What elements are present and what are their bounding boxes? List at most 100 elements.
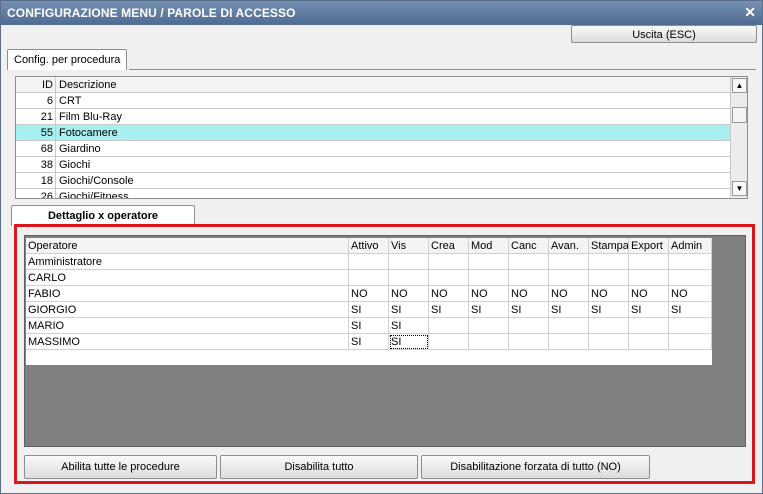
cell-mod[interactable]: SI xyxy=(469,302,509,318)
column-header-description[interactable]: Descrizione xyxy=(56,77,731,93)
tab-procedure-config[interactable]: Config. per procedura xyxy=(7,49,128,70)
cell-export[interactable] xyxy=(629,318,669,334)
cell-export[interactable] xyxy=(629,254,669,270)
cell-crea[interactable]: SI xyxy=(429,302,469,318)
cell-operator[interactable]: FABIO xyxy=(26,286,349,302)
column-header-operator[interactable]: Operatore xyxy=(26,238,349,254)
cell-vis[interactable]: SI xyxy=(389,334,429,350)
cell-operator[interactable]: Amministratore xyxy=(26,254,349,270)
tab-operator-detail[interactable]: Dettaglio x operatore xyxy=(11,205,195,226)
column-header-avan[interactable]: Avan. xyxy=(549,238,589,254)
enable-all-procedures-button[interactable]: Abilita tutte le procedure xyxy=(24,455,217,479)
cell-export[interactable] xyxy=(629,270,669,286)
cell-operator[interactable]: MARIO xyxy=(26,318,349,334)
cell-vis[interactable]: SI xyxy=(389,318,429,334)
cell-mod[interactable]: NO xyxy=(469,286,509,302)
cell-attivo[interactable] xyxy=(349,270,389,286)
arrow-up-icon[interactable]: ▲ xyxy=(732,78,747,93)
cell-admin[interactable]: SI xyxy=(669,302,712,318)
procedure-description: Giochi/Console xyxy=(59,175,134,187)
cell-operator[interactable]: CARLO xyxy=(26,270,349,286)
cell-admin[interactable] xyxy=(669,334,712,350)
column-header-canc[interactable]: Canc xyxy=(509,238,549,254)
cell-stampa[interactable] xyxy=(589,334,629,350)
column-header-export[interactable]: Export xyxy=(629,238,669,254)
cell-stampa[interactable]: SI xyxy=(589,302,629,318)
cell-crea[interactable] xyxy=(429,334,469,350)
procedure-row[interactable]: 6 CRT xyxy=(16,93,731,109)
cell-canc[interactable] xyxy=(509,270,549,286)
cell-attivo[interactable] xyxy=(349,254,389,270)
cell-stampa[interactable]: NO xyxy=(589,286,629,302)
cell-avan[interactable]: NO xyxy=(549,286,589,302)
cell-mod[interactable] xyxy=(469,254,509,270)
exit-button[interactable]: Uscita (ESC) xyxy=(571,25,757,43)
cell-avan[interactable] xyxy=(549,254,589,270)
scroll-thumb[interactable] xyxy=(732,107,747,123)
cell-export[interactable]: SI xyxy=(629,302,669,318)
cell-avan[interactable] xyxy=(549,318,589,334)
cell-operator[interactable]: GIORGIO xyxy=(26,302,349,318)
cell-crea[interactable] xyxy=(429,254,469,270)
cell-canc[interactable]: SI xyxy=(509,302,549,318)
cell-vis[interactable]: SI xyxy=(389,302,429,318)
title-bar: CONFIGURAZIONE MENU / PAROLE DI ACCESSO … xyxy=(1,1,762,25)
cell-avan[interactable]: SI xyxy=(549,302,589,318)
procedure-id: 68 xyxy=(16,141,56,157)
cell-attivo[interactable]: SI xyxy=(349,318,389,334)
cell-attivo[interactable]: SI xyxy=(349,302,389,318)
procedure-row[interactable]: 21 Film Blu-Ray xyxy=(16,109,731,125)
procedure-row[interactable]: 55 Fotocamere xyxy=(16,125,731,141)
cell-admin[interactable] xyxy=(669,318,712,334)
cell-stampa[interactable] xyxy=(589,254,629,270)
procedure-row[interactable]: 18 Giochi/Console xyxy=(16,173,731,189)
cell-admin[interactable] xyxy=(669,270,712,286)
column-header-attivo[interactable]: Attivo xyxy=(349,238,389,254)
procedure-row[interactable]: 26 Giochi/Fitness xyxy=(16,189,731,198)
cell-mod[interactable] xyxy=(469,270,509,286)
column-header-stampa[interactable]: Stampa xyxy=(589,238,629,254)
cell-stampa[interactable] xyxy=(589,318,629,334)
cell-vis[interactable]: NO xyxy=(389,286,429,302)
column-header-vis[interactable]: Vis xyxy=(389,238,429,254)
cell-operator[interactable]: MASSIMO xyxy=(26,334,349,350)
cell-attivo[interactable]: SI xyxy=(349,334,389,350)
column-header-admin[interactable]: Admin xyxy=(669,238,712,254)
cell-canc[interactable] xyxy=(509,318,549,334)
cell-canc[interactable]: NO xyxy=(509,286,549,302)
cell-avan[interactable] xyxy=(549,334,589,350)
operator-row[interactable]: MARIO SI SI xyxy=(26,318,712,334)
cell-crea[interactable]: NO xyxy=(429,286,469,302)
cell-mod[interactable] xyxy=(469,334,509,350)
operator-row[interactable]: Amministratore xyxy=(26,254,712,270)
cell-admin[interactable] xyxy=(669,254,712,270)
column-header-mod[interactable]: Mod xyxy=(469,238,509,254)
force-disable-button[interactable]: Disabilitazione forzata di tutto (NO) xyxy=(421,455,650,479)
cell-crea[interactable] xyxy=(429,318,469,334)
procedure-id: 6 xyxy=(16,93,56,109)
cell-canc[interactable] xyxy=(509,254,549,270)
operator-row[interactable]: MASSIMO SI SI xyxy=(26,334,712,350)
disable-all-button[interactable]: Disabilita tutto xyxy=(220,455,418,479)
cell-crea[interactable] xyxy=(429,270,469,286)
cell-attivo[interactable]: NO xyxy=(349,286,389,302)
procedure-row[interactable]: 38 Giochi xyxy=(16,157,731,173)
operator-row[interactable]: CARLO xyxy=(26,270,712,286)
cell-vis[interactable] xyxy=(389,270,429,286)
arrow-down-icon[interactable]: ▼ xyxy=(732,181,747,196)
procedures-scrollbar[interactable]: ▲ ▼ xyxy=(730,77,747,198)
cell-export[interactable] xyxy=(629,334,669,350)
cell-stampa[interactable] xyxy=(589,270,629,286)
cell-canc[interactable] xyxy=(509,334,549,350)
column-header-crea[interactable]: Crea xyxy=(429,238,469,254)
operator-row[interactable]: FABIO NO NO NO NO NO NO NO NO NO xyxy=(26,286,712,302)
cell-avan[interactable] xyxy=(549,270,589,286)
cell-mod[interactable] xyxy=(469,318,509,334)
cell-admin[interactable]: NO xyxy=(669,286,712,302)
column-header-id[interactable]: ID xyxy=(16,77,56,93)
close-icon[interactable]: ✕ xyxy=(744,4,756,21)
cell-vis[interactable] xyxy=(389,254,429,270)
procedure-row[interactable]: 68 Giardino xyxy=(16,141,731,157)
operator-row[interactable]: GIORGIO SI SI SI SI SI SI SI SI SI xyxy=(26,302,712,318)
cell-export[interactable]: NO xyxy=(629,286,669,302)
